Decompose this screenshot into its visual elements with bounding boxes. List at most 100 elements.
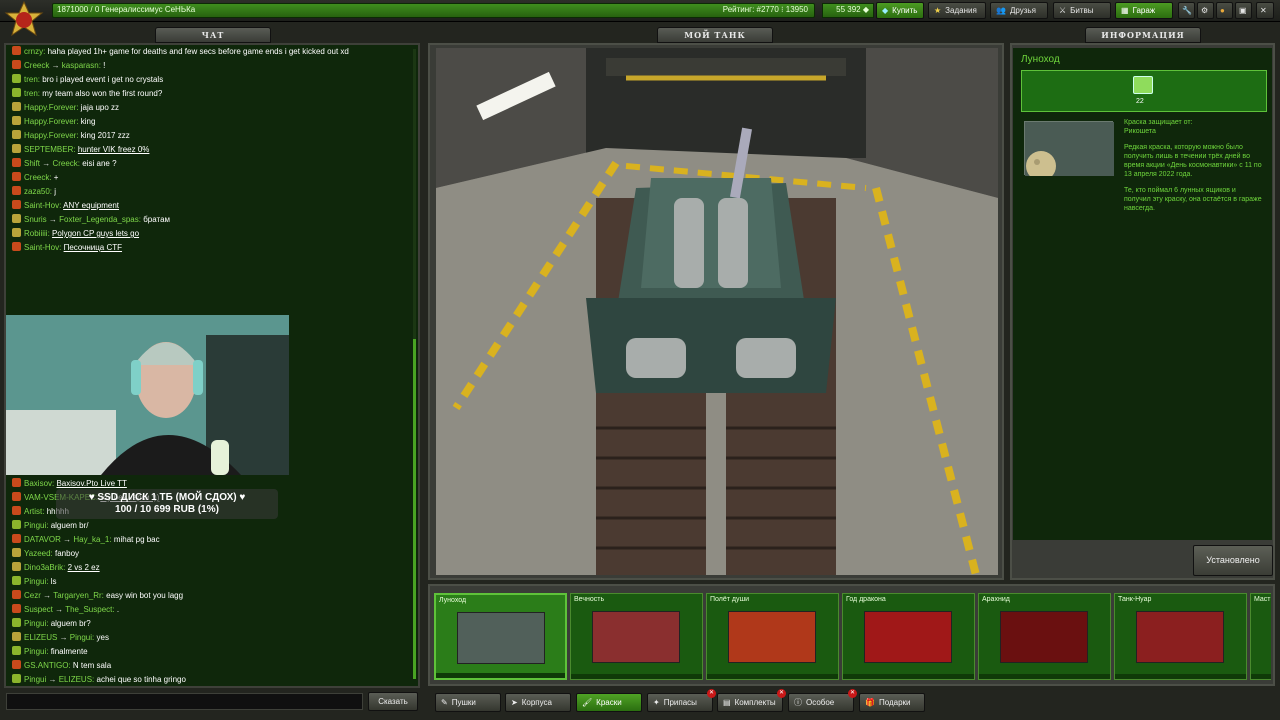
paint-card[interactable]: Вечность (570, 593, 703, 680)
chat-nick[interactable]: SEPTEMBER: (24, 145, 76, 154)
chat-nick[interactable]: Baxisov: (24, 479, 54, 488)
chat-nick[interactable]: Artist: (24, 507, 44, 516)
chat-nick[interactable]: Dino3aBrik: (24, 563, 65, 572)
reply-arrow-icon: → (40, 159, 53, 168)
chat-nick[interactable]: GS.ANTIGO: (24, 661, 71, 670)
chat-nick[interactable]: DATAVOR (24, 535, 61, 544)
chat-nick[interactable]: tren: (24, 89, 40, 98)
chat-recipient[interactable]: Pingui: (70, 633, 94, 642)
chat-nick[interactable]: Yazeed: (24, 549, 53, 558)
reply-arrow-icon: → (46, 215, 60, 224)
crystals-counter: 55 392 ◆ (822, 3, 874, 18)
reply-arrow-icon: → (40, 591, 54, 600)
chat-nick[interactable]: Saint-Hov: (24, 201, 61, 210)
chat-nick[interactable]: ELIZEUS (24, 633, 57, 642)
tab-hulls[interactable]: ➤ Корпуса (505, 693, 571, 712)
kits-icon: ▤ (723, 698, 731, 707)
chat-text: . (116, 605, 120, 614)
rank-icon (12, 604, 21, 613)
tab-kits[interactable]: ▤ Комплекты ✕ (717, 689, 786, 712)
protects-from-text: Краска защищает от: Рикошета (1124, 119, 1193, 135)
paint-card[interactable]: Арахнид (978, 593, 1111, 680)
chat-nick[interactable]: Happy.Forever: (24, 131, 79, 140)
chat-nick[interactable]: Creeck (24, 61, 49, 70)
rank-icon (12, 200, 21, 209)
chat-nick[interactable]: Suspect (24, 605, 53, 614)
chat-recipient[interactable]: Creeck: (52, 159, 80, 168)
chat-nick[interactable]: Robiiiii: (24, 229, 50, 238)
chat-nick[interactable]: Pingui: (24, 619, 48, 628)
paint-card-bar (1251, 674, 1271, 679)
item-description: Краска защищает от: Рикошета Редкая крас… (1124, 118, 1264, 220)
chat-nick[interactable]: Pingui (24, 675, 46, 684)
tools-button[interactable]: 🔧 (1178, 2, 1195, 19)
chat-text: yes (96, 633, 109, 642)
tab-supplies[interactable]: ✦ Припасы ✕ (647, 689, 716, 712)
reply-arrow-icon: → (49, 61, 62, 70)
info-panel-header: ИНФОРМАЦИЯ (1085, 27, 1201, 43)
battles-button[interactable]: ⚔ Битвы (1053, 2, 1111, 19)
paint-card-bar (707, 674, 838, 679)
chat-recipient[interactable]: Foxter_Legenda_spas: (59, 215, 141, 224)
chat-text: mihat pg bac (113, 535, 160, 544)
chat-message: Happy.Forever: jaja upo zz (10, 101, 412, 115)
chat-nick[interactable]: crnzy: (24, 47, 45, 56)
tab-special[interactable]: ⓘ Особое ✕ (788, 689, 857, 712)
fullscreen-button[interactable]: ▣ (1235, 2, 1252, 19)
rank-icon (12, 172, 21, 181)
chat-scroll-thumb[interactable] (413, 339, 416, 679)
paint-card[interactable]: Танк-Нуар (1114, 593, 1247, 680)
garage-button[interactable]: ▦ Гараж (1115, 2, 1173, 19)
chat-recipient[interactable]: ELIZEUS: (59, 675, 95, 684)
chat-message: Happy.Forever: king 2017 zzz (10, 129, 412, 143)
paint-card-name: Маст (1254, 596, 1271, 603)
chat-nick[interactable]: Happy.Forever: (24, 103, 79, 112)
say-button[interactable]: Сказать (368, 692, 418, 711)
chat-nick[interactable]: Saint-Hov: (24, 243, 61, 252)
tab-label: Комплекты (734, 698, 776, 707)
paint-thumbnail (728, 611, 816, 663)
chat-recipient[interactable]: kasparasn: (62, 61, 101, 70)
tab-label: Краски (596, 698, 622, 707)
tab-guns[interactable]: ✎ Пушки (435, 693, 501, 712)
chat-text: Baxisov.Pto Live TT (56, 479, 127, 488)
chat-nick[interactable]: Pingui: (24, 521, 48, 530)
paint-card[interactable]: Луноход (434, 593, 567, 680)
chat-message: crnzy: haha played 1h+ game for deaths a… (10, 45, 412, 59)
paint-card[interactable]: Год дракона (842, 593, 975, 680)
gear-icon: ⚙ (1201, 6, 1209, 15)
chat-nick[interactable]: tren: (24, 75, 40, 84)
settings-button[interactable]: ⚙ (1197, 2, 1214, 19)
paint-card[interactable]: Полёт души (706, 593, 839, 680)
chat-nick[interactable]: Cezr (24, 591, 41, 600)
sound-button[interactable]: ● (1216, 2, 1233, 19)
paint-card[interactable]: Маст (1250, 593, 1271, 680)
chat-nick[interactable]: Creeck: (24, 173, 52, 182)
installed-button[interactable]: Установлено (1193, 545, 1273, 576)
ricochet-protection-icon (1133, 76, 1153, 94)
chat-nick[interactable]: Pingui: (24, 577, 48, 586)
chat-nick[interactable]: Snuris (24, 215, 47, 224)
chat-nick[interactable]: Pingui: (24, 647, 48, 656)
friends-button[interactable]: 👥 Друзья (990, 2, 1048, 19)
chat-recipient[interactable]: The_Suspect: (65, 605, 114, 614)
buy-button[interactable]: ◆ Купить (876, 2, 924, 19)
chat-message: Pingui: alguem br? (10, 617, 412, 631)
chat-text: ANY equipment (63, 201, 120, 210)
sound-icon: ● (1220, 6, 1225, 15)
exit-button[interactable]: ✕ (1256, 2, 1274, 19)
chat-scrollbar[interactable] (413, 49, 416, 679)
chat-recipient[interactable]: Hay_ka_1: (73, 535, 111, 544)
tank-preview[interactable] (436, 48, 998, 575)
chat-input[interactable] (6, 693, 363, 710)
chat-nick[interactable]: Happy.Forever: (24, 117, 79, 126)
battles-icon: ⚔ (1059, 6, 1067, 15)
missions-button[interactable]: ★ Задания (928, 2, 986, 19)
chat-recipient[interactable]: Targaryen_Rr: (53, 591, 104, 600)
tab-paints[interactable]: 🖌 Краски (576, 693, 642, 712)
tab-gifts[interactable]: 🎁 Подарки (859, 693, 925, 712)
chat-text: finalmente (50, 647, 88, 656)
chat-nick[interactable]: zaza50: (24, 187, 52, 196)
rank-icon (12, 548, 21, 557)
chat-nick[interactable]: Shift (24, 159, 40, 168)
